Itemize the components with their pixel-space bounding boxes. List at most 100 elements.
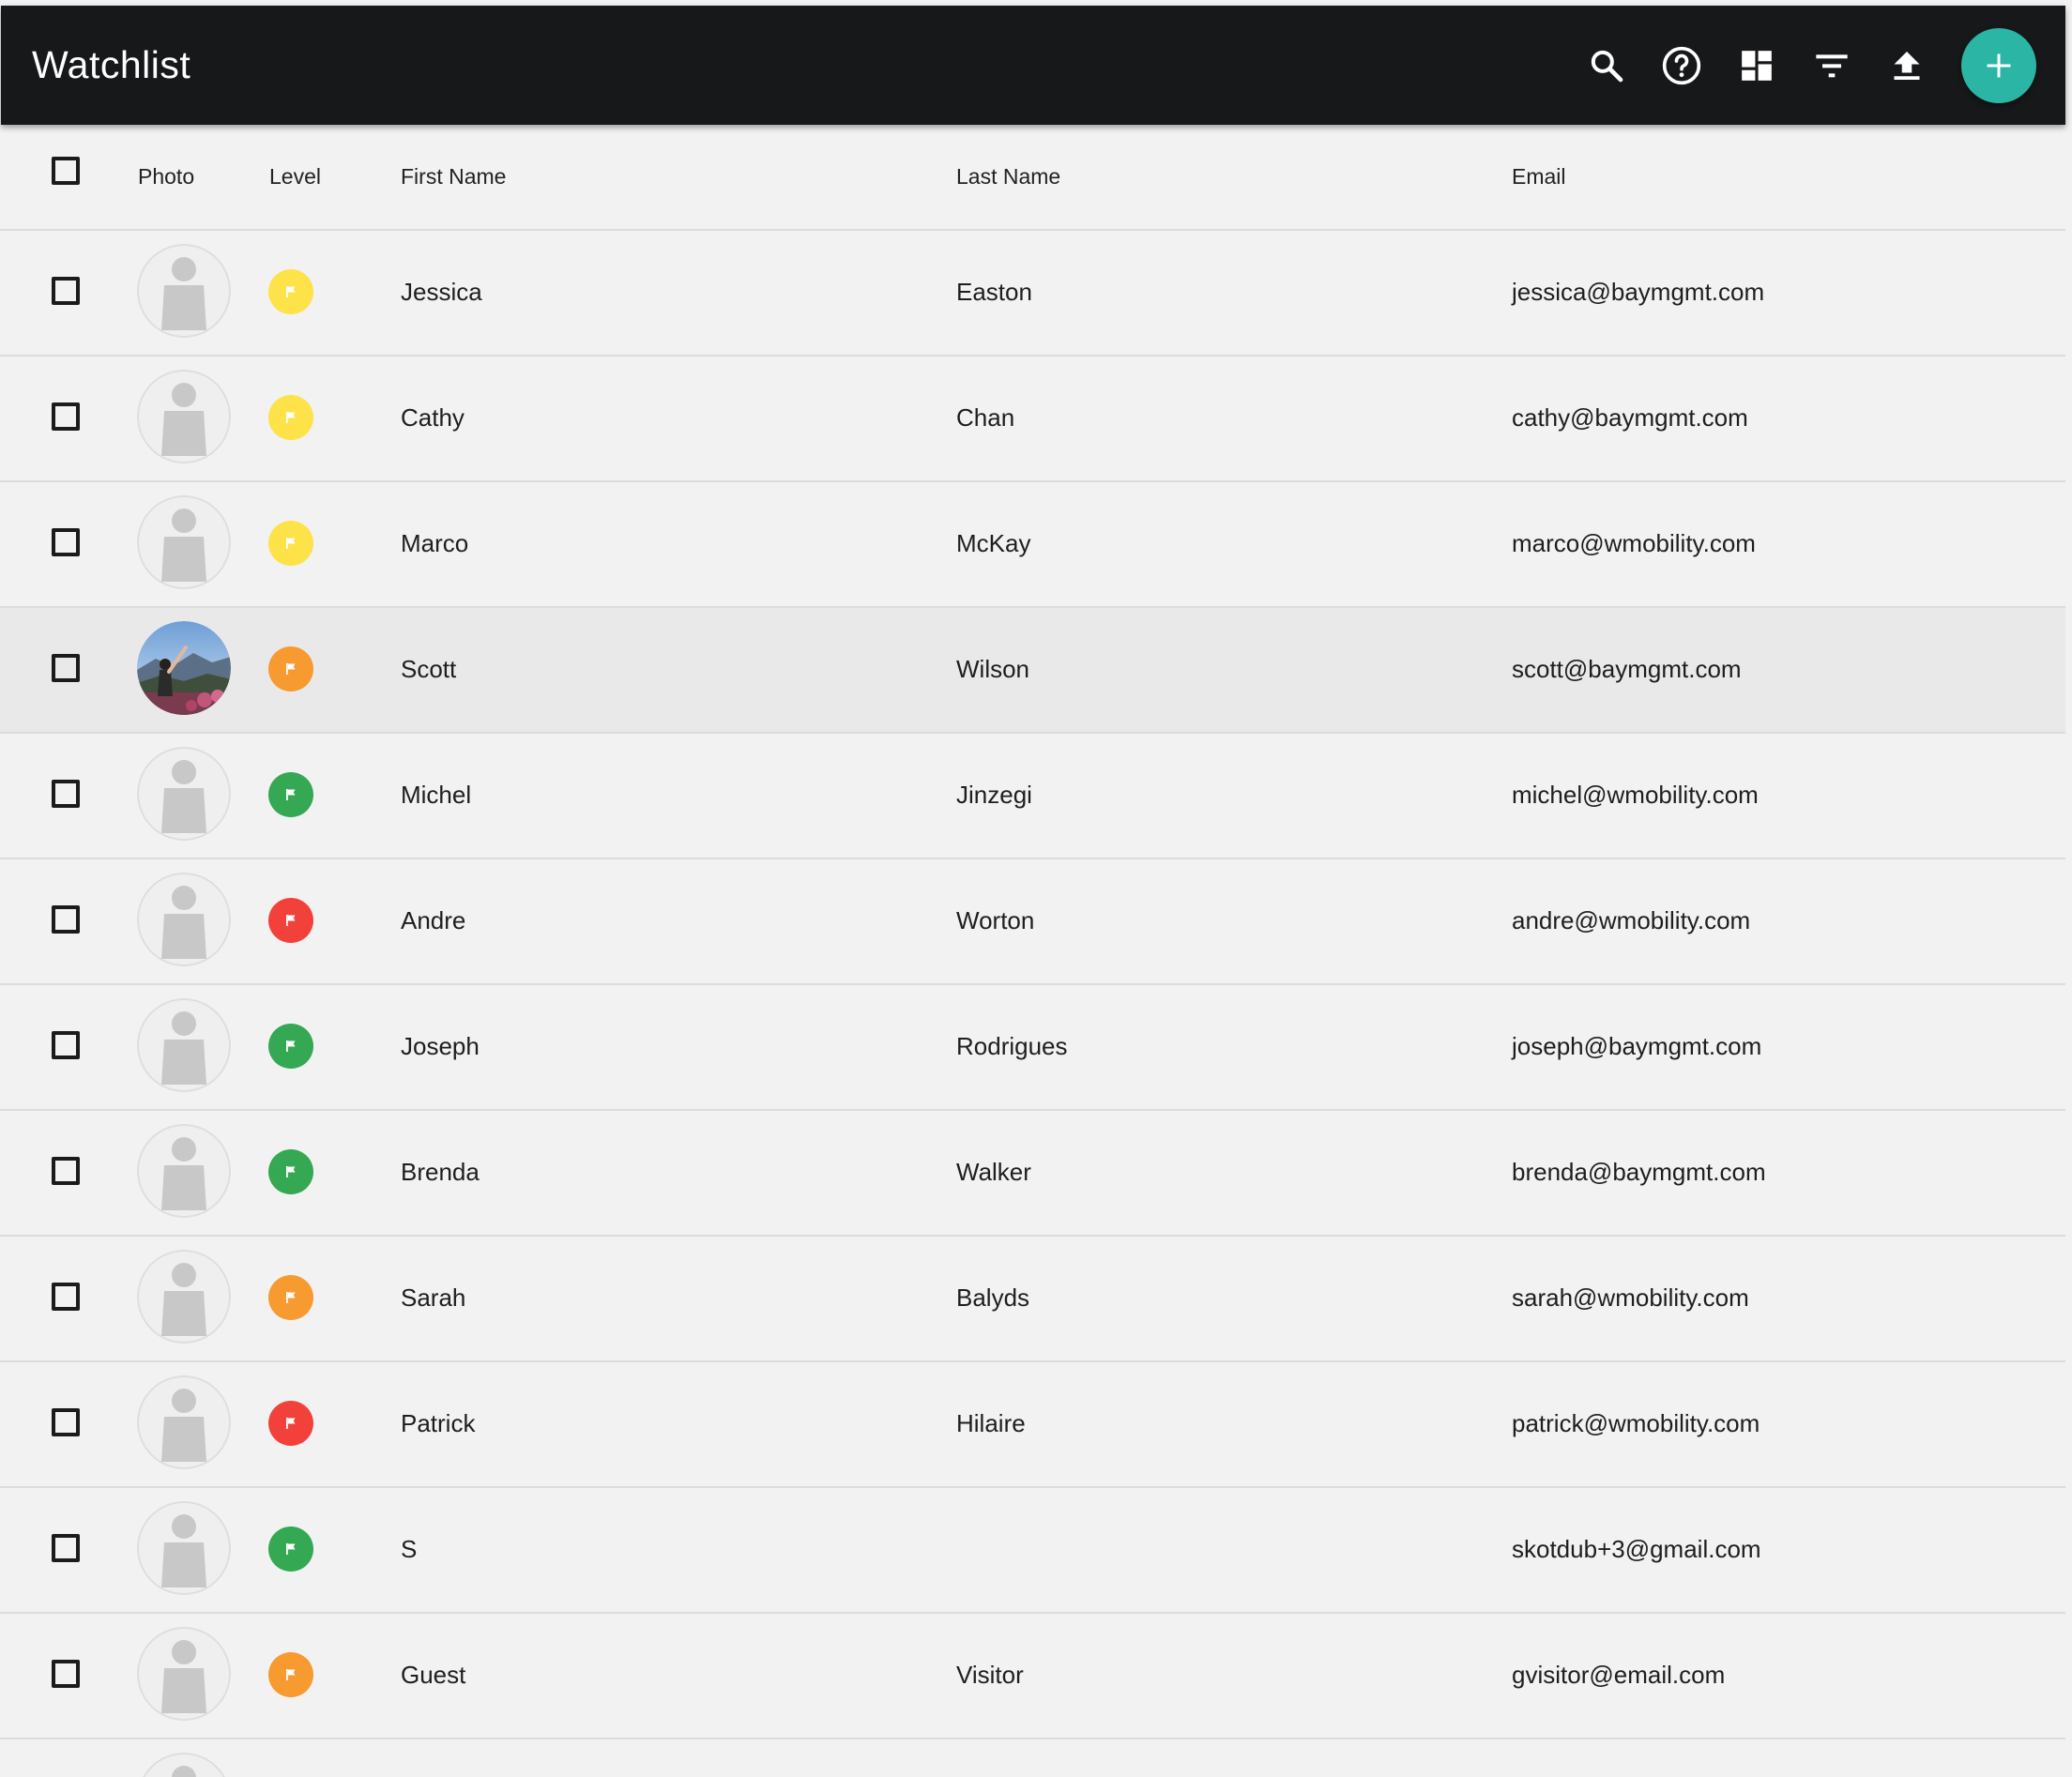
row-checkbox[interactable]	[52, 1157, 80, 1185]
level-flag-icon	[268, 1024, 313, 1069]
email-cell: andre@wmobility.com	[1512, 906, 1751, 934]
avatar-placeholder-icon	[137, 873, 231, 966]
page-title: Watchlist	[32, 43, 191, 86]
level-flag-icon	[268, 1149, 313, 1194]
level-flag-icon	[268, 646, 313, 691]
row-checkbox[interactable]	[52, 528, 80, 556]
row-checkbox[interactable]	[52, 1031, 80, 1059]
row-checkbox[interactable]	[52, 1408, 80, 1436]
select-all-checkbox[interactable]	[52, 157, 80, 185]
table-row[interactable]: Patrick Hilaire patrick@wmobility.com	[0, 1362, 2065, 1488]
last-name-cell: Jinzegi	[956, 781, 1032, 809]
column-header-level[interactable]: Level	[269, 162, 321, 190]
first-name-cell: S	[401, 1535, 418, 1563]
email-cell: joseph@baymgmt.com	[1512, 1032, 1762, 1060]
first-name-cell: Guest	[401, 1661, 466, 1689]
last-name-cell: Hilaire	[956, 1409, 1026, 1437]
avatar-placeholder-icon	[137, 747, 231, 841]
table-row[interactable]: Sarah Balyds sarah@wmobility.com	[0, 1237, 2065, 1362]
last-name-cell: Walker	[956, 1158, 1031, 1186]
email-cell: scott@baymgmt.com	[1512, 655, 1742, 683]
add-icon	[1987, 53, 2011, 78]
table-row[interactable]	[0, 1739, 2065, 1777]
level-flag-icon	[268, 269, 313, 314]
add-button[interactable]	[1961, 28, 2036, 103]
avatar-placeholder-icon	[137, 244, 231, 338]
row-checkbox[interactable]	[52, 1660, 80, 1688]
level-flag-icon	[268, 395, 313, 440]
last-name-cell: Worton	[956, 906, 1035, 934]
last-name-cell: Rodrigues	[956, 1032, 1068, 1060]
email-cell: cathy@baymgmt.com	[1512, 403, 1748, 432]
first-name-cell: Marco	[401, 529, 469, 557]
upload-icon[interactable]	[1881, 39, 1933, 92]
search-icon[interactable]	[1580, 39, 1633, 92]
table-header: Photo Level First Name Last Name Email	[0, 125, 2065, 231]
table-row[interactable]: Michel Jinzegi michel@wmobility.com	[0, 734, 2065, 859]
last-name-cell: Easton	[956, 278, 1032, 306]
help-icon[interactable]	[1655, 39, 1708, 92]
row-checkbox[interactable]	[52, 402, 80, 431]
row-checkbox[interactable]	[52, 1283, 80, 1311]
table-row[interactable]: Jessica Easton jessica@baymgmt.com	[0, 231, 2065, 357]
avatar-placeholder-icon	[137, 1124, 231, 1218]
first-name-cell: Andre	[401, 906, 466, 934]
first-name-cell: Brenda	[401, 1158, 480, 1186]
table-row[interactable]: Brenda Walker brenda@baymgmt.com	[0, 1111, 2065, 1237]
level-flag-icon	[268, 1526, 313, 1572]
table-row[interactable]: Andre Worton andre@wmobility.com	[0, 859, 2065, 985]
watchlist-table: Photo Level First Name Last Name Email J…	[0, 125, 2065, 1777]
email-cell: michel@wmobility.com	[1512, 781, 1759, 809]
column-header-first-name[interactable]: First Name	[401, 162, 506, 190]
row-checkbox[interactable]	[52, 1534, 80, 1562]
row-checkbox[interactable]	[52, 905, 80, 934]
email-cell: gvisitor@email.com	[1512, 1661, 1726, 1689]
table-row[interactable]: Joseph Rodrigues joseph@baymgmt.com	[0, 985, 2065, 1111]
avatar-photo	[137, 621, 231, 715]
avatar-placeholder-icon	[137, 1375, 231, 1469]
table-row[interactable]: Sskotdub+3@gmail.com	[0, 1488, 2065, 1614]
app-toolbar: Watchlist	[1, 6, 2065, 125]
level-flag-icon	[268, 521, 313, 566]
dashboard-icon[interactable]	[1730, 39, 1783, 92]
avatar-placeholder-icon	[137, 370, 231, 463]
table-body: Jessica Easton jessica@baymgmt.com Cathy Cha…	[0, 231, 2065, 1777]
level-flag-icon	[268, 772, 313, 817]
level-flag-icon	[268, 1401, 313, 1446]
level-flag-icon	[268, 1652, 313, 1697]
column-header-last-name[interactable]: Last Name	[956, 162, 1060, 190]
avatar-placeholder-icon	[137, 1753, 231, 1777]
email-cell: skotdub+3@gmail.com	[1512, 1535, 1761, 1563]
table-row[interactable]: Marco McKay marco@wmobility.com	[0, 482, 2065, 608]
first-name-cell: Joseph	[401, 1032, 480, 1060]
filter-icon[interactable]	[1805, 39, 1858, 92]
last-name-cell: Visitor	[956, 1661, 1024, 1689]
table-row[interactable]: Guest Visitor gvisitor@email.com	[0, 1614, 2065, 1739]
email-cell: patrick@wmobility.com	[1512, 1409, 1760, 1437]
column-header-email[interactable]: Email	[1512, 162, 1566, 190]
last-name-cell: Chan	[956, 403, 1015, 432]
row-checkbox[interactable]	[52, 277, 80, 305]
column-header-photo[interactable]: Photo	[138, 162, 194, 190]
last-name-cell: Balyds	[956, 1283, 1030, 1312]
first-name-cell: Sarah	[401, 1283, 466, 1312]
row-checkbox[interactable]	[52, 654, 80, 682]
level-flag-icon	[268, 1275, 313, 1320]
avatar-placeholder-icon	[137, 495, 231, 589]
first-name-cell: Cathy	[401, 403, 465, 432]
email-cell: sarah@wmobility.com	[1512, 1283, 1749, 1312]
last-name-cell: Wilson	[956, 655, 1030, 683]
email-cell: jessica@baymgmt.com	[1512, 278, 1765, 306]
avatar-placeholder-icon	[137, 1627, 231, 1721]
avatar-placeholder-icon	[137, 998, 231, 1092]
first-name-cell: Michel	[401, 781, 472, 809]
table-row[interactable]: Scott Wilson scott@baymgmt.com	[0, 608, 2065, 734]
table-row[interactable]: Cathy Chan cathy@baymgmt.com	[0, 357, 2065, 482]
last-name-cell: McKay	[956, 529, 1031, 557]
avatar-placeholder-icon	[137, 1501, 231, 1595]
avatar-placeholder-icon	[137, 1250, 231, 1344]
first-name-cell: Patrick	[401, 1409, 476, 1437]
email-cell: brenda@baymgmt.com	[1512, 1158, 1766, 1186]
row-checkbox[interactable]	[52, 780, 80, 808]
watchlist-app: Watchlist Photo Level First Name Last Na…	[0, 0, 2072, 1777]
